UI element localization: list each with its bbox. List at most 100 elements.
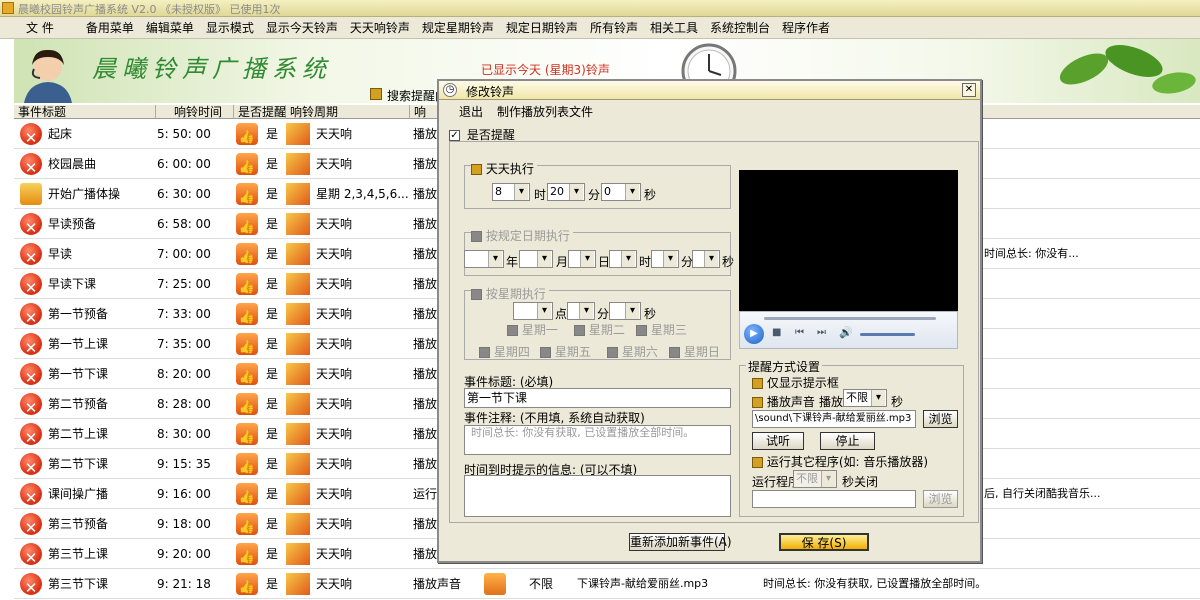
weekday-fri[interactable]: 星期五 bbox=[540, 343, 591, 360]
menu-console[interactable]: 系统控制台 bbox=[704, 19, 776, 36]
week-sec-select[interactable] bbox=[609, 302, 641, 320]
week-hour-select[interactable] bbox=[513, 302, 553, 320]
event-title-input[interactable]: 第一节下课 bbox=[464, 388, 731, 408]
bell-wave-icon bbox=[286, 363, 310, 385]
run-duration-select[interactable]: 不限 bbox=[793, 470, 837, 488]
next-icon[interactable]: ⏭ bbox=[817, 327, 826, 338]
byweek-checkbox[interactable] bbox=[471, 289, 482, 300]
weekday-mon-checkbox[interactable] bbox=[507, 325, 518, 336]
program-path-input[interactable] bbox=[752, 490, 916, 508]
col-header-period[interactable]: 响铃周期 bbox=[286, 105, 410, 119]
play-sound-toggle[interactable]: 播放声音 bbox=[752, 393, 815, 410]
only-box-toggle[interactable]: 仅显示提示框 bbox=[752, 374, 839, 391]
row-period: 天天响 bbox=[316, 577, 353, 591]
dialog-menu-exit[interactable]: 退出 bbox=[459, 103, 483, 120]
menu-tools[interactable]: 相关工具 bbox=[644, 19, 704, 36]
col-header-time[interactable]: 响铃时间 bbox=[156, 105, 234, 119]
week-min-select[interactable] bbox=[567, 302, 595, 320]
row-title: 第一节预备 bbox=[48, 307, 109, 321]
search-remind-checkbox[interactable] bbox=[370, 88, 382, 100]
row-period: 天天响 bbox=[316, 157, 353, 171]
daily-checkbox[interactable] bbox=[471, 164, 482, 175]
col-header-title[interactable]: 事件标题 bbox=[14, 105, 156, 119]
weekday-sun-checkbox[interactable] bbox=[669, 347, 680, 358]
alarm-message-textarea[interactable] bbox=[464, 475, 731, 517]
sound-file-input[interactable]: \sound\下课铃声-献给爱丽丝.mp3 bbox=[752, 410, 916, 428]
weekday-thu[interactable]: 星期四 bbox=[479, 343, 530, 360]
daily-sec-select[interactable]: 0 bbox=[601, 183, 641, 201]
readd-event-button[interactable]: 重新添加新事件(A) bbox=[629, 533, 732, 551]
date-sec-unit: 秒 bbox=[722, 255, 735, 269]
run-other-checkbox[interactable] bbox=[752, 457, 763, 468]
col-header-remind[interactable]: 是否提醒 bbox=[234, 105, 286, 119]
date-hour-select[interactable] bbox=[609, 250, 637, 268]
weekday-tue-checkbox[interactable] bbox=[574, 325, 585, 336]
play-icon[interactable]: ▶ bbox=[744, 324, 764, 344]
save-button[interactable]: 保 存(S) bbox=[779, 533, 869, 551]
disabled-x-icon: ✕ bbox=[20, 153, 42, 177]
weekday-tue[interactable]: 星期二 bbox=[574, 321, 625, 338]
daily-min-select[interactable]: 20 bbox=[547, 183, 585, 201]
weekday-mon[interactable]: 星期一 bbox=[507, 321, 558, 338]
main-menubar: 文 件 备用菜单 编辑菜单 显示模式 显示今天铃声 天天响铃声 规定星期铃声 规… bbox=[0, 17, 1200, 39]
date-year-select[interactable] bbox=[464, 250, 504, 268]
daily-hour-select[interactable]: 8 bbox=[492, 183, 530, 201]
menu-backup[interactable]: 备用菜单 bbox=[80, 19, 140, 36]
menu-dated[interactable]: 规定日期铃声 bbox=[500, 19, 584, 36]
weekday-thu-checkbox[interactable] bbox=[479, 347, 490, 358]
remind-checkbox[interactable]: ✓ bbox=[449, 130, 460, 141]
menu-edit[interactable]: 编辑菜单 bbox=[140, 19, 200, 36]
row-action: 播放 bbox=[413, 217, 438, 231]
menu-all[interactable]: 所有铃声 bbox=[584, 19, 644, 36]
row-period: 天天响 bbox=[316, 307, 353, 321]
disabled-x-icon: ✕ bbox=[20, 543, 42, 567]
row-remind: 是 bbox=[266, 277, 279, 291]
date-sec-select[interactable] bbox=[692, 250, 720, 268]
dialog-menu-playlist[interactable]: 制作播放列表文件 bbox=[497, 103, 593, 120]
seek-bar[interactable] bbox=[764, 317, 936, 320]
table-row[interactable]: ✕ 第三节下课 9: 21: 18 👍 是 天天响 播放声音 不限 下课铃声-献给爱丽丝.mp3… bbox=[14, 569, 1200, 599]
row-action: 播放 bbox=[413, 127, 438, 141]
menu-author[interactable]: 程序作者 bbox=[776, 19, 836, 36]
weekday-sun[interactable]: 星期日 bbox=[669, 343, 720, 360]
browse-sound-button[interactable]: 浏览 bbox=[923, 410, 958, 428]
run-other-toggle[interactable]: 运行其它程序(如: 音乐播放器) bbox=[752, 453, 928, 470]
byweek-toggle[interactable]: 按星期执行 bbox=[471, 285, 549, 302]
only-box-checkbox[interactable] bbox=[752, 378, 763, 389]
row-action: 播放 bbox=[413, 337, 438, 351]
dialog-close-button[interactable]: ✕ bbox=[962, 83, 976, 97]
menu-today[interactable]: 显示今天铃声 bbox=[260, 19, 344, 36]
disabled-x-icon: ✕ bbox=[20, 573, 42, 597]
play-sound-checkbox[interactable] bbox=[752, 397, 763, 408]
play-duration-select[interactable]: 不限 bbox=[843, 389, 887, 407]
menu-display-mode[interactable]: 显示模式 bbox=[200, 19, 260, 36]
edit-bell-dialog: ◷ 修改铃声 ✕ 退出 制作播放列表文件 ✓ 是否提醒 天天执行 8 时 20 … bbox=[437, 79, 982, 563]
browse-program-button[interactable]: 浏览 bbox=[923, 490, 958, 508]
volume-icon[interactable]: 🔊 bbox=[839, 326, 853, 339]
event-note-textarea[interactable]: 时间总长: 你没有获取, 已设置播放全部时间。 bbox=[464, 425, 731, 455]
menu-file[interactable]: 文 件 bbox=[20, 19, 60, 36]
weekday-sat[interactable]: 星期六 bbox=[607, 343, 658, 360]
weekday-tue-label: 星期二 bbox=[588, 323, 625, 337]
daily-toggle[interactable]: 天天执行 bbox=[471, 160, 537, 177]
weekday-sat-checkbox[interactable] bbox=[607, 347, 618, 358]
preview-button[interactable]: 试听 bbox=[752, 432, 804, 450]
row-period: 天天响 bbox=[316, 487, 353, 501]
weekday-fri-checkbox[interactable] bbox=[540, 347, 551, 358]
bydate-toggle[interactable]: 按规定日期执行 bbox=[471, 227, 573, 244]
prev-icon[interactable]: ⏮ bbox=[795, 327, 804, 338]
stop-icon[interactable]: ■ bbox=[772, 327, 781, 338]
date-month-select[interactable] bbox=[519, 250, 553, 268]
row-action: 播放 bbox=[413, 427, 438, 441]
menu-weekly[interactable]: 规定星期铃声 bbox=[416, 19, 500, 36]
stop-button[interactable]: 停止 bbox=[820, 432, 875, 450]
volume-slider[interactable] bbox=[860, 333, 915, 336]
bydate-checkbox[interactable] bbox=[471, 231, 482, 242]
row-title: 第三节下课 bbox=[48, 577, 109, 591]
date-min-select[interactable] bbox=[651, 250, 679, 268]
weekday-wed[interactable]: 星期三 bbox=[636, 321, 687, 338]
date-day-select[interactable] bbox=[568, 250, 596, 268]
weekday-thu-label: 星期四 bbox=[493, 345, 530, 359]
menu-daily[interactable]: 天天响铃声 bbox=[344, 19, 416, 36]
weekday-wed-checkbox[interactable] bbox=[636, 325, 647, 336]
